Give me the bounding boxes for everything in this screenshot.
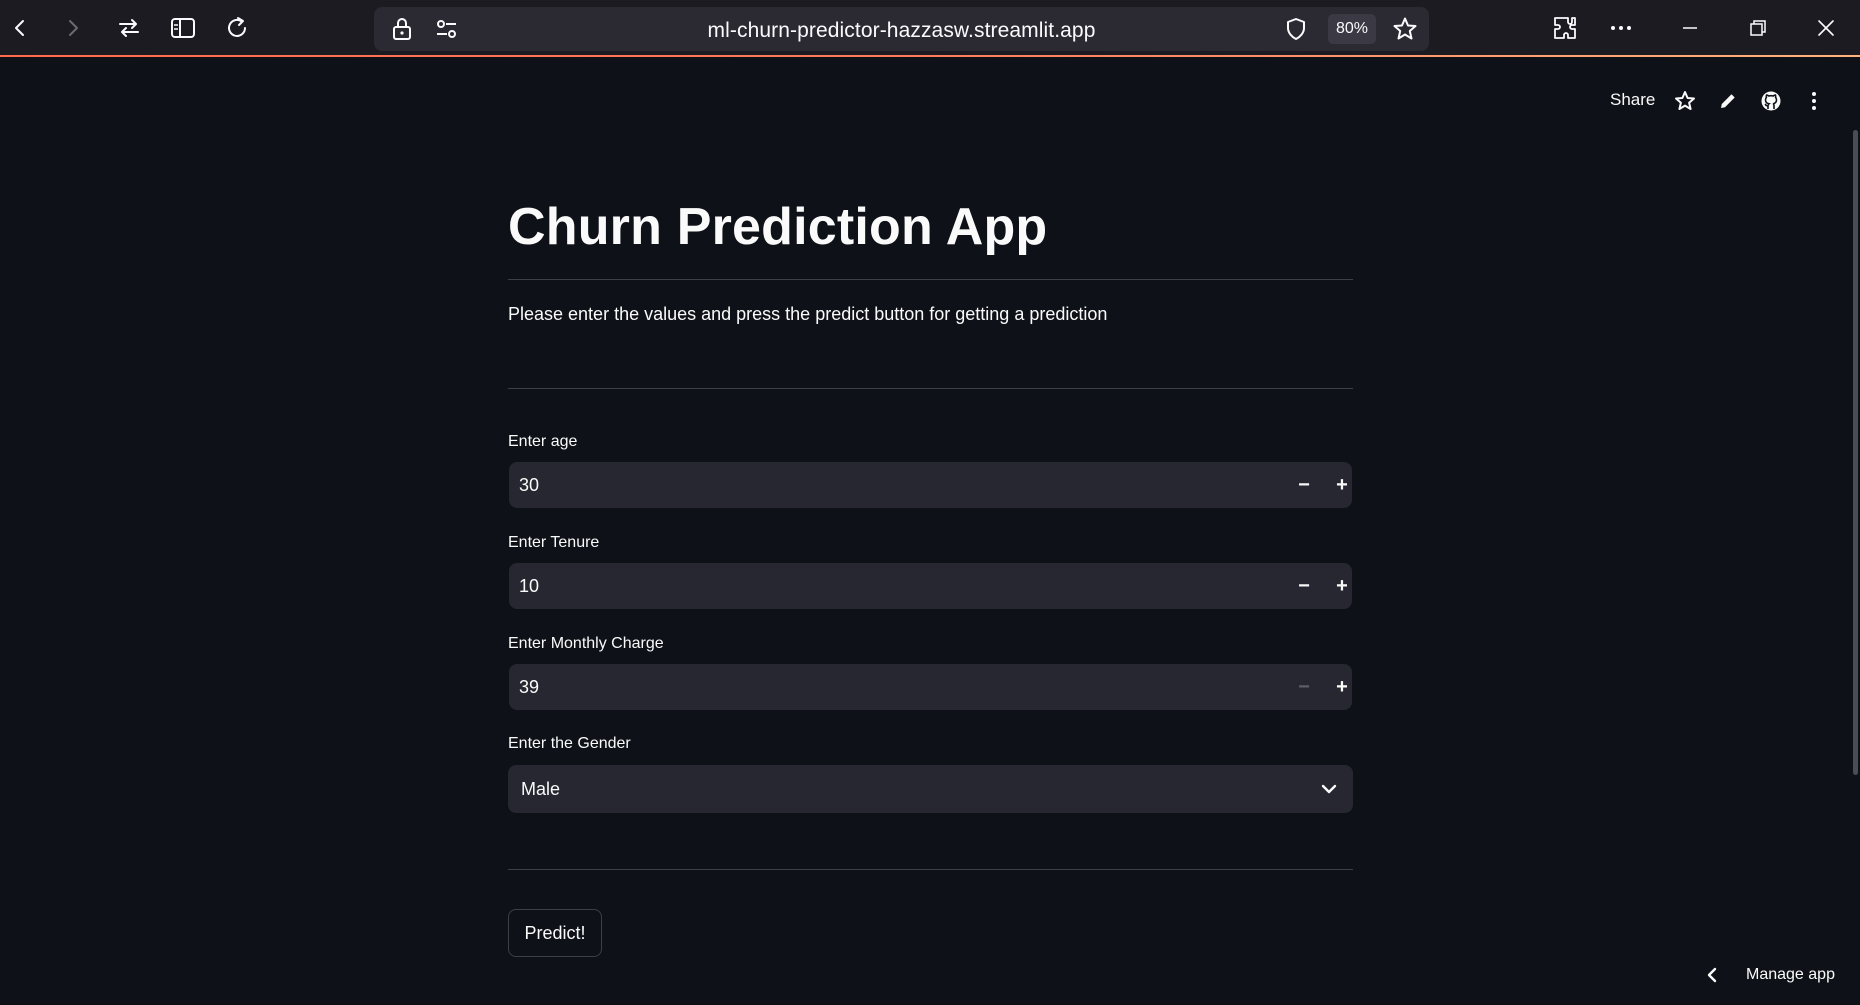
swap-icon[interactable]	[109, 8, 149, 48]
monthly-charge-decrement-button[interactable]: −	[1289, 672, 1319, 702]
toolbar-accent-line	[0, 55, 1860, 57]
manage-app-label: Manage app	[1746, 966, 1835, 983]
tenure-decrement-button[interactable]: −	[1289, 571, 1319, 601]
minimize-icon[interactable]	[1670, 8, 1710, 48]
url-text[interactable]: ml-churn-predictor-hazzasw.streamlit.app	[374, 19, 1429, 43]
gender-label: Enter the Gender	[508, 735, 631, 752]
kebab-menu-icon[interactable]	[1799, 86, 1829, 116]
star-icon[interactable]	[1670, 86, 1700, 116]
reader-view-icon[interactable]	[163, 8, 203, 48]
extensions-icon[interactable]	[1545, 8, 1585, 48]
page-title: Churn Prediction App	[508, 198, 1048, 256]
monthly-charge-label: Enter Monthly Charge	[508, 635, 664, 652]
chevron-left-icon	[1705, 966, 1719, 989]
instructions-text: Please enter the values and press the pr…	[508, 304, 1108, 324]
chevron-down-icon[interactable]	[1317, 777, 1341, 801]
section-divider	[508, 388, 1353, 389]
reload-icon[interactable]	[217, 8, 257, 48]
address-bar[interactable]: ml-churn-predictor-hazzasw.streamlit.app…	[374, 7, 1429, 51]
restore-icon[interactable]	[1738, 8, 1778, 48]
share-button[interactable]: Share	[1610, 90, 1655, 110]
predict-button[interactable]: Predict!	[508, 909, 602, 957]
tenure-value[interactable]	[519, 576, 1119, 597]
title-divider	[508, 279, 1353, 280]
browser-toolbar: ml-churn-predictor-hazzasw.streamlit.app…	[0, 0, 1860, 57]
more-icon[interactable]	[1601, 8, 1641, 48]
github-icon[interactable]	[1756, 86, 1786, 116]
tenure-number-input[interactable]: − +	[509, 563, 1352, 609]
shield-icon[interactable]	[1276, 9, 1316, 49]
age-number-input[interactable]: − +	[509, 462, 1352, 508]
zoom-level-badge[interactable]: 80%	[1328, 14, 1377, 44]
back-icon[interactable]	[0, 8, 40, 48]
forward-icon[interactable]	[53, 8, 93, 48]
edit-icon[interactable]	[1713, 86, 1743, 116]
tenure-increment-button[interactable]: +	[1327, 571, 1357, 601]
gender-selected-value: Male	[521, 779, 561, 799]
monthly-charge-value[interactable]	[519, 677, 1119, 698]
age-increment-button[interactable]: +	[1327, 470, 1357, 500]
monthly-charge-number-input[interactable]: − +	[509, 664, 1352, 710]
age-value[interactable]	[519, 475, 1119, 496]
close-icon[interactable]	[1806, 8, 1846, 48]
tenure-label: Enter Tenure	[508, 534, 600, 551]
page-scrollbar-thumb[interactable]	[1853, 130, 1858, 775]
form-divider	[508, 869, 1353, 870]
age-decrement-button[interactable]: −	[1289, 470, 1319, 500]
monthly-charge-increment-button[interactable]: +	[1327, 672, 1357, 702]
gender-select[interactable]: Male	[508, 765, 1353, 813]
bookmark-star-icon[interactable]	[1385, 9, 1425, 49]
age-label: Enter age	[508, 433, 578, 450]
manage-app-button[interactable]: Manage app	[1705, 962, 1855, 990]
